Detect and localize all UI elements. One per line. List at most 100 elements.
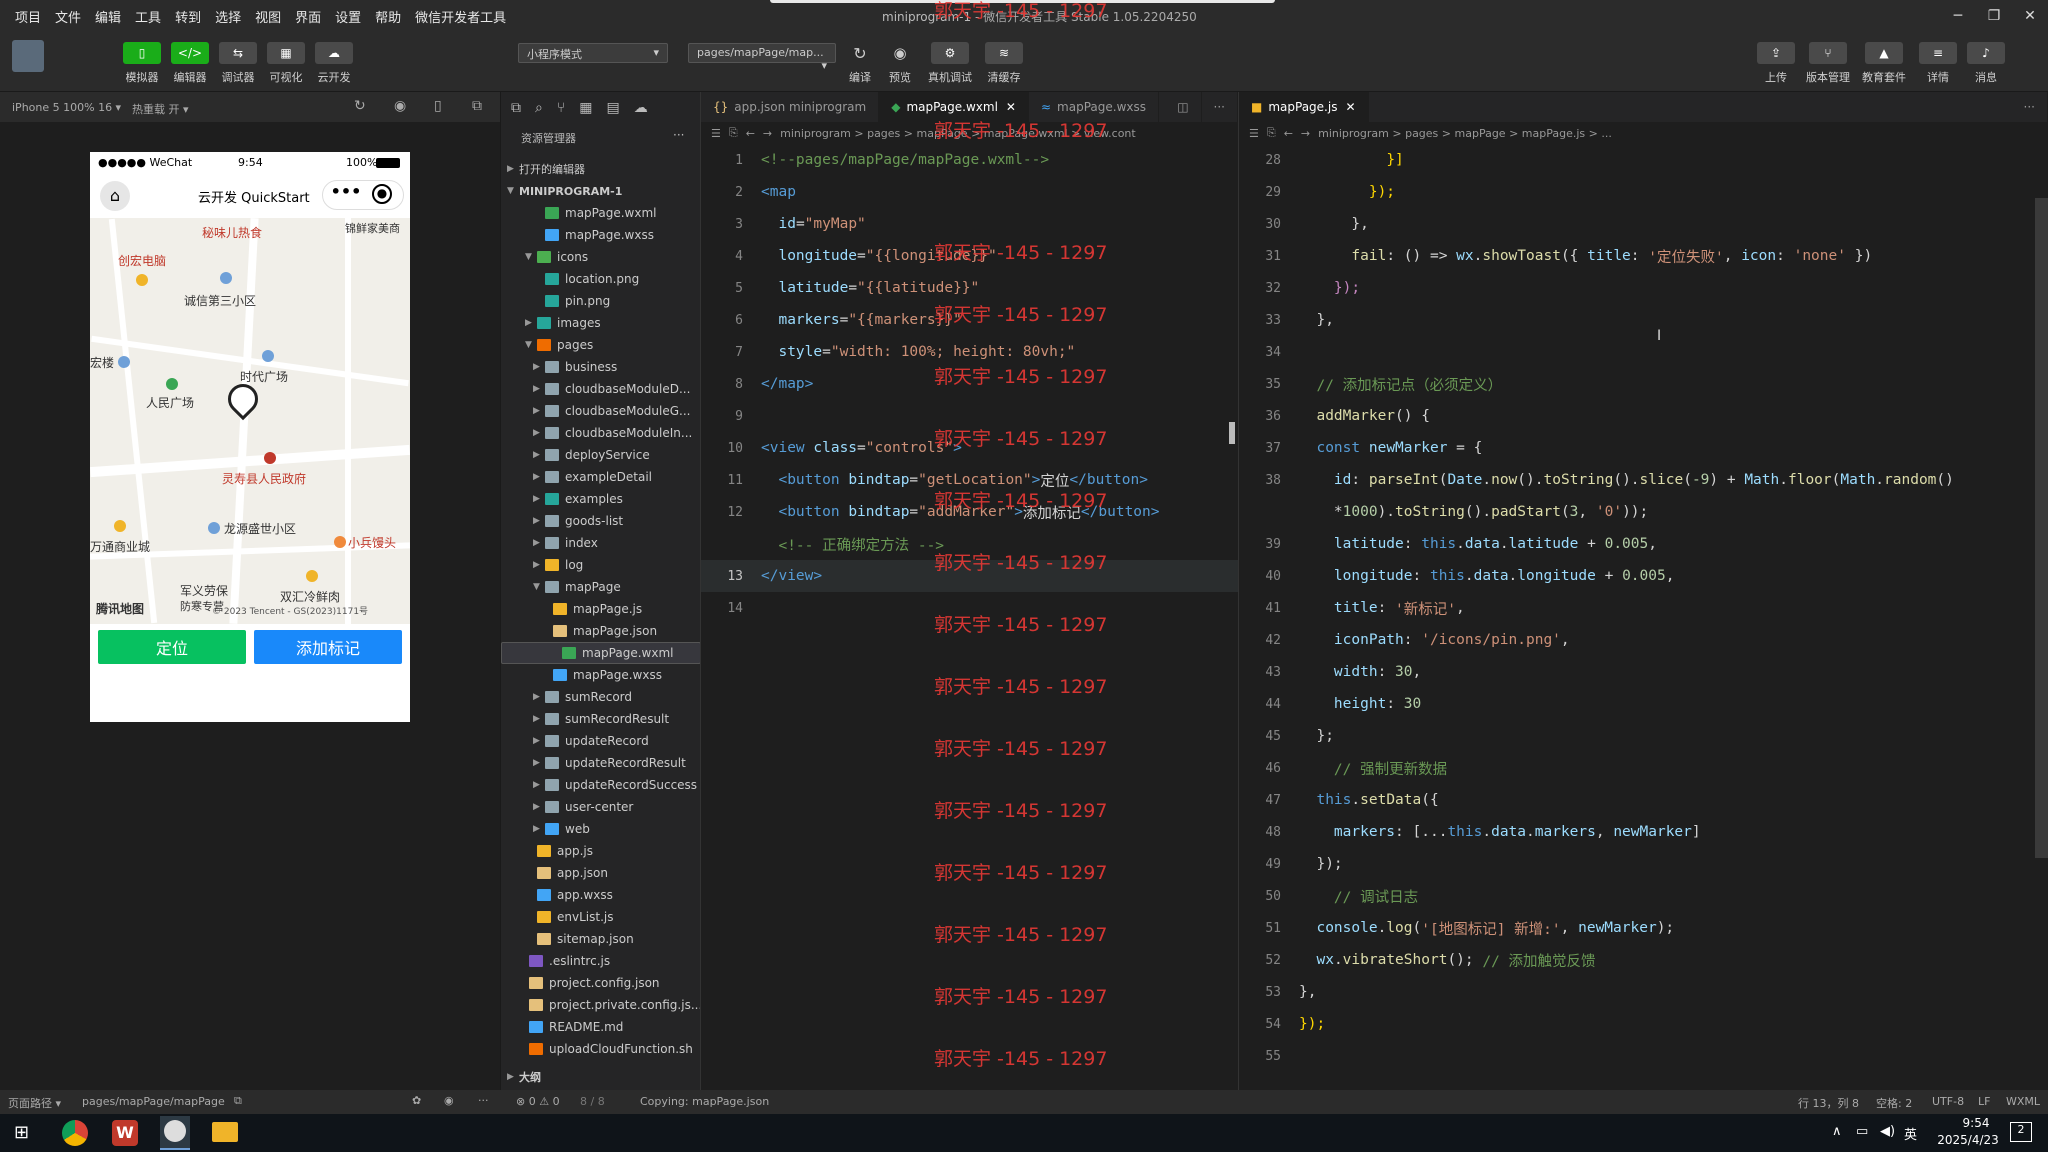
clock-date[interactable]: 2025/4/23 xyxy=(1928,1133,2008,1147)
code-line[interactable]: 30 }, xyxy=(1239,208,2048,240)
code-line[interactable]: 51 console. log('[地图标记] 新增:', newMarker); xyxy=(1239,912,2048,944)
indent-setting[interactable]: 空格: 2 xyxy=(1876,1095,1912,1111)
search-icon[interactable]: ⌕ xyxy=(535,100,543,116)
tree-item[interactable]: ▼ pages xyxy=(501,334,701,356)
popout-icon[interactable]: ⧉ xyxy=(472,98,482,114)
folder-icon[interactable] xyxy=(212,1122,238,1142)
tree-item[interactable]: ▶ updateRecord xyxy=(501,730,701,752)
tree-item[interactable]: ▶ cloudbaseModuleD... xyxy=(501,378,701,400)
code-line[interactable]: 3 id = "myMap" xyxy=(701,208,1238,240)
extensions-icon[interactable]: ▦ xyxy=(579,100,592,116)
notification-icon[interactable]: 2 xyxy=(2010,1122,2032,1142)
code-line[interactable]: 46 // 强制更新数据 xyxy=(1239,752,2048,784)
tray-chevron-icon[interactable]: ∧ xyxy=(1832,1124,1842,1139)
code-line[interactable]: 36 addMarker() { xyxy=(1239,400,2048,432)
tree-item[interactable]: app.json xyxy=(501,862,701,884)
tree-item[interactable]: uploadCloudFunction.sh xyxy=(501,1038,701,1060)
code-line[interactable]: 44 height: 30 xyxy=(1239,688,2048,720)
map-view[interactable]: 秘味儿热食 锦鲜家美商 创宏电脑 诚信第三小区 宏楼 时代广场 人民广场 灵寿县… xyxy=(90,218,410,624)
compile-button[interactable]: ↻ 编译 xyxy=(838,42,882,85)
tree-item[interactable]: ▶ business xyxy=(501,356,701,378)
code-line[interactable]: 40 longitude: this. data. longitude + 0.00… xyxy=(1239,560,2048,592)
list-icon[interactable]: ☰ xyxy=(711,127,721,140)
code-line[interactable]: 53}, xyxy=(1239,976,2048,1008)
tree-item[interactable]: ▶ examples xyxy=(501,488,701,510)
tree-item[interactable]: mapPage.wxss xyxy=(501,664,701,686)
tree-item[interactable]: project.config.json xyxy=(501,972,701,994)
source-control-icon[interactable]: ⑂ xyxy=(557,100,565,116)
menu-item[interactable]: 编辑 xyxy=(88,7,128,26)
mode-select[interactable]: 小程序模式 ▾ xyxy=(518,43,668,63)
debug-panel-icon[interactable]: ▤ xyxy=(606,100,619,116)
tree-item[interactable]: ▶ goods-list xyxy=(501,510,701,532)
avatar[interactable] xyxy=(12,40,44,72)
tree-item[interactable]: mapPage.wxml xyxy=(501,202,701,224)
code-line[interactable]: 2 <map xyxy=(701,176,1238,208)
code-line[interactable]: 33 }, xyxy=(1239,304,2048,336)
poi-marker[interactable] xyxy=(118,356,130,368)
tab-app-json[interactable]: {} app.json miniprogram xyxy=(701,92,880,122)
record-icon[interactable]: ◉ xyxy=(394,98,406,114)
close-icon[interactable]: ✕ xyxy=(2012,0,2048,32)
more-icon[interactable]: ··· xyxy=(478,1094,489,1107)
code-line[interactable]: 42 iconPath: '/icons/pin.png', xyxy=(1239,624,2048,656)
poi-marker[interactable] xyxy=(114,520,126,532)
hot-reload-toggle[interactable]: 热重载 开 ▾ xyxy=(132,101,189,117)
code-line[interactable]: 43 width: 30, xyxy=(1239,656,2048,688)
tree-item[interactable]: ▶ cloudbaseModuleIn... xyxy=(501,422,701,444)
tree-item[interactable]: app.wxss xyxy=(501,884,701,906)
preview-button[interactable]: ◉ 预览 xyxy=(878,42,922,85)
tree-item[interactable]: pin.png xyxy=(501,290,701,312)
capsule-close-icon[interactable]: ● xyxy=(372,184,392,204)
tree-item[interactable]: ▶ updateRecordSuccess xyxy=(501,774,701,796)
tree-item[interactable]: README.md xyxy=(501,1016,701,1038)
more-icon[interactable]: ··· xyxy=(2012,92,2048,122)
tree-item[interactable]: ▶ exampleDetail xyxy=(501,466,701,488)
split-editor-icon[interactable]: ◫ xyxy=(1165,92,1202,122)
tree-item[interactable]: mapPage.json xyxy=(501,620,701,642)
tree-item[interactable]: ▶ deployService xyxy=(501,444,701,466)
project-section[interactable]: ▼ MINIPROGRAM-1 xyxy=(501,180,701,202)
code-line[interactable]: 52 wx. vibrateShort (); // 添加触觉反馈 xyxy=(1239,944,2048,976)
phone-icon[interactable]: ▯ xyxy=(434,98,442,114)
code-line[interactable]: * 1000). toString (). padStart(3, '0')); xyxy=(1239,496,2048,528)
remote-debug-button[interactable]: ⚙ 真机调试 xyxy=(928,42,972,85)
more-icon[interactable]: ··· xyxy=(673,128,684,142)
editor-button[interactable]: </> 编辑器 xyxy=(168,42,212,85)
outline-section[interactable]: ▶ 大纲 xyxy=(501,1066,701,1088)
code-line[interactable]: 55 xyxy=(1239,1040,2048,1072)
menu-item[interactable]: 帮助 xyxy=(368,7,408,26)
cloud-icon[interactable]: ☁ xyxy=(634,100,648,116)
tree-item[interactable]: mapPage.wxml xyxy=(501,642,701,664)
code-line[interactable]: 48 markers: [... this. data. markers, newMa… xyxy=(1239,816,2048,848)
close-icon[interactable]: ✕ xyxy=(1345,100,1355,114)
visual-button[interactable]: ▦ 可视化 xyxy=(264,42,308,85)
poi-marker[interactable] xyxy=(262,350,274,362)
code-line[interactable]: 34 xyxy=(1239,336,2048,368)
tab-mappage-js[interactable]: ■ mapPage.js ✕ xyxy=(1239,92,1369,122)
menu-item[interactable]: 选择 xyxy=(208,7,248,26)
poi-marker[interactable] xyxy=(306,570,318,582)
poi-marker[interactable] xyxy=(334,536,346,548)
menu-item[interactable]: 项目 xyxy=(8,7,48,26)
menu-item[interactable]: 文件 xyxy=(48,7,88,26)
tree-item[interactable]: ▶ index xyxy=(501,532,701,554)
menu-item[interactable]: 微信开发者工具 xyxy=(408,7,513,26)
messages-button[interactable]: ♪ 消息 xyxy=(1964,42,2008,85)
tree-item[interactable]: project.private.config.js... xyxy=(501,994,702,1016)
code-line[interactable]: 47 this. setData({ xyxy=(1239,784,2048,816)
add-marker-button[interactable]: 添加标记 xyxy=(254,630,402,664)
restore-icon[interactable]: ❐ xyxy=(1976,0,2012,32)
files-icon[interactable]: ⧉ xyxy=(511,100,521,116)
bookmark-icon[interactable]: ⎘ xyxy=(729,126,738,140)
poi-marker[interactable] xyxy=(208,522,220,534)
ime-indicator[interactable]: 英 xyxy=(1904,1124,1917,1143)
tree-item[interactable]: ▶ log xyxy=(501,554,701,576)
code-line[interactable]: 29 }); xyxy=(1239,176,2048,208)
tree-item[interactable]: ▶ sumRecord xyxy=(501,686,701,708)
code-line[interactable]: 41 title: '新标记', xyxy=(1239,592,2048,624)
debugger-button[interactable]: ⇆ 调试器 xyxy=(216,42,260,85)
language-mode[interactable]: WXML xyxy=(2006,1095,2040,1108)
cloud-button[interactable]: ☁ 云开发 xyxy=(312,42,356,85)
poi-marker[interactable] xyxy=(136,274,148,286)
